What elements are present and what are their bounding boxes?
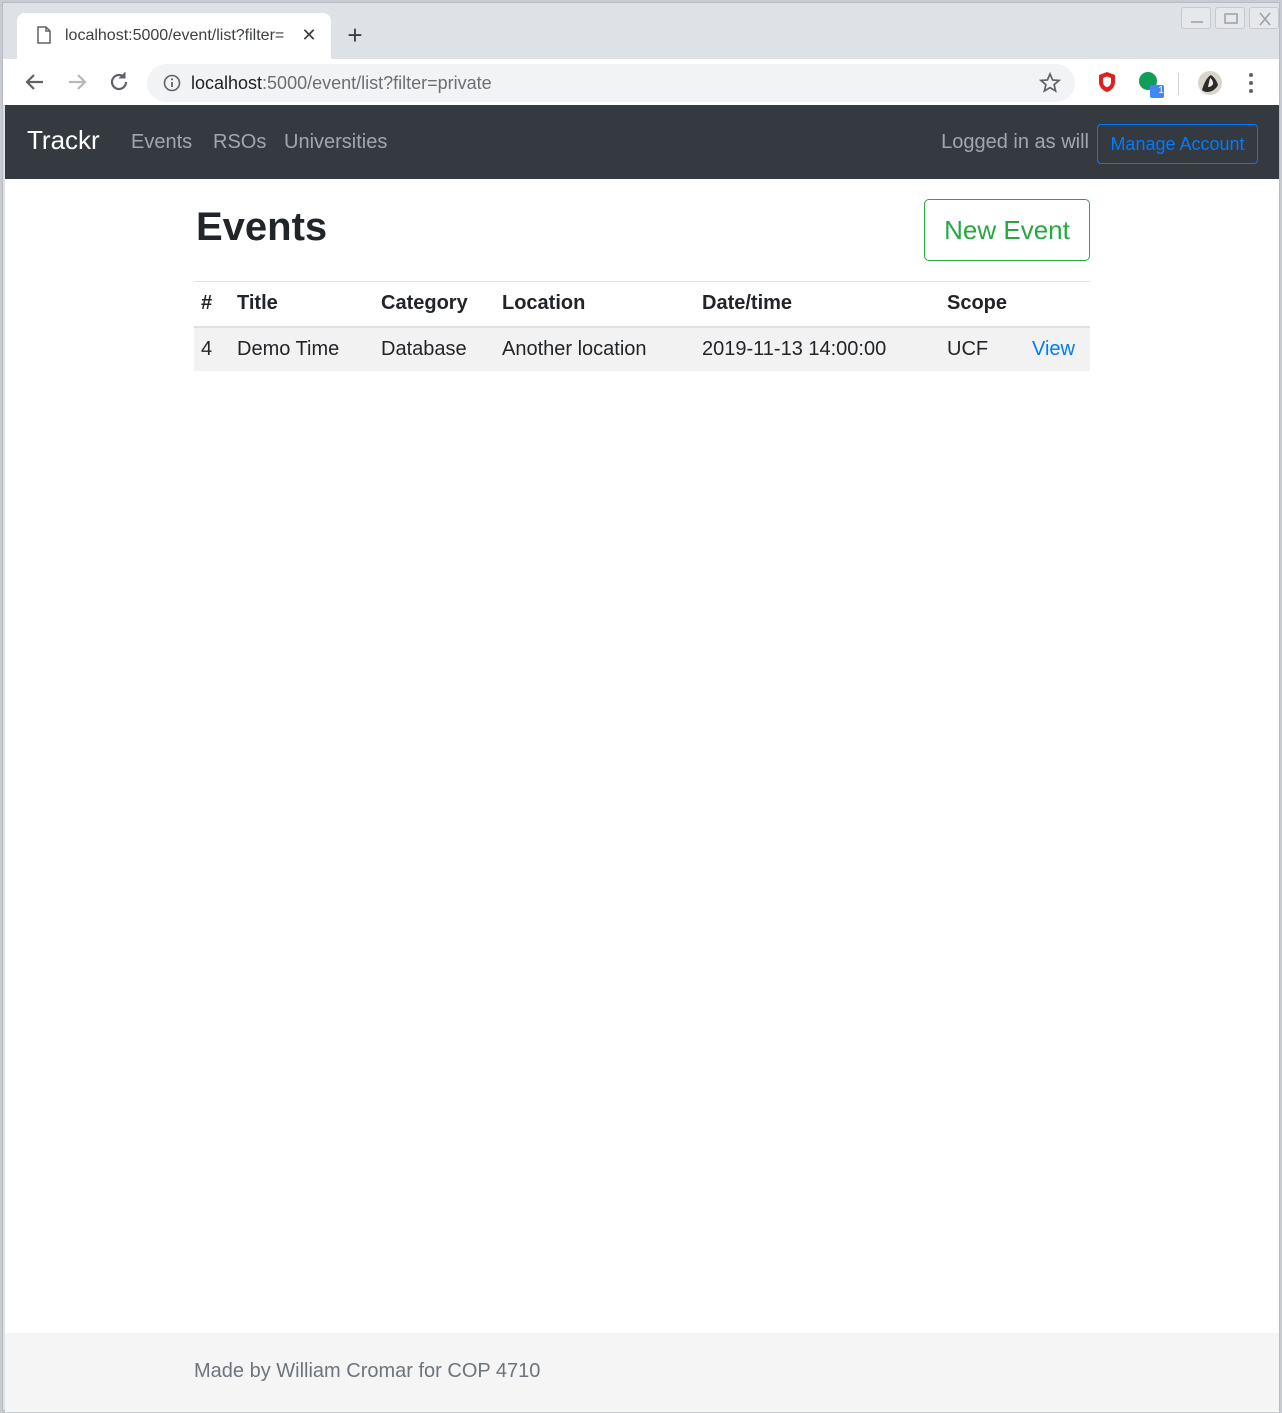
manage-account-button[interactable]: Manage Account [1097,124,1258,164]
minimize-icon [1191,21,1203,23]
page-icon [37,26,51,44]
column-header-title: Title [230,281,374,328]
forward-arrow-icon[interactable] [63,68,91,96]
column-header-category: Category [374,281,495,328]
logged-in-text: Logged in as will [941,131,1089,153]
page-viewport: Trackr Events RSOs Universities Logged i… [5,105,1279,1412]
table-row: 4 Demo Time Database Another location 20… [194,326,1090,371]
ublock-extension-icon[interactable] [1096,71,1118,93]
close-window-button[interactable] [1249,7,1279,29]
footer-text: Made by William Cromar for COP 4710 [194,1360,541,1382]
column-header-scope: Scope [940,281,1025,328]
new-tab-icon[interactable]: + [341,21,369,49]
tab-title: localhost:5000/event/list?filter= [65,27,285,44]
table-header-row: # Title Category Location Date/time Scop… [194,281,1090,328]
browser-tab[interactable]: localhost:5000/event/list?filter= ✕ [17,13,331,59]
nav-link-rsos[interactable]: RSOs [213,131,266,154]
cell-id: 4 [201,337,213,360]
column-header-action [1025,281,1090,328]
cell-location: Another location [502,337,647,360]
cell-scope: UCF [947,337,989,360]
top-navbar: Trackr Events RSOs Universities Logged i… [5,105,1279,179]
browser-toolbar: localhost:5000/event/list?filter=private… [3,59,1279,106]
bookmark-star-icon[interactable] [1039,72,1061,94]
extension-badge-count: 1 [1158,85,1164,96]
site-info-icon[interactable] [163,74,181,92]
brand-link[interactable]: Trackr [27,125,100,156]
cell-datetime: 2019-11-13 14:00:00 [702,337,887,360]
page-title: Events [196,205,328,249]
nav-link-universities[interactable]: Universities [284,131,387,154]
browser-window: localhost:5000/event/list?filter= ✕ + lo… [2,2,1280,1412]
column-header-id: # [194,281,230,328]
back-arrow-icon[interactable] [21,68,49,96]
events-table: # Title Category Location Date/time Scop… [194,281,1090,371]
profile-avatar-icon[interactable] [1197,70,1223,96]
address-bar[interactable]: localhost:5000/event/list?filter=private [147,64,1075,102]
close-tab-icon[interactable]: ✕ [299,25,319,45]
url-text: localhost:5000/event/list?filter=private [191,73,492,93]
nav-link-events[interactable]: Events [131,131,192,154]
cell-title: Demo Time [237,337,340,360]
page-footer: Made by William Cromar for COP 4710 [5,1333,1279,1412]
toolbar-separator [1178,73,1179,95]
maximize-icon [1224,13,1238,24]
tab-strip: localhost:5000/event/list?filter= ✕ + [3,3,1279,59]
column-header-datetime: Date/time [695,281,940,328]
view-event-link[interactable]: View [1032,338,1075,360]
column-header-location: Location [495,281,695,328]
close-window-icon [1259,12,1271,26]
cell-category: Database [381,337,467,360]
maximize-button[interactable] [1215,7,1245,29]
new-event-button[interactable]: New Event [924,199,1090,261]
reload-icon[interactable] [105,68,133,96]
menu-kebab-icon[interactable] [1241,72,1261,94]
minimize-button[interactable] [1181,7,1211,29]
